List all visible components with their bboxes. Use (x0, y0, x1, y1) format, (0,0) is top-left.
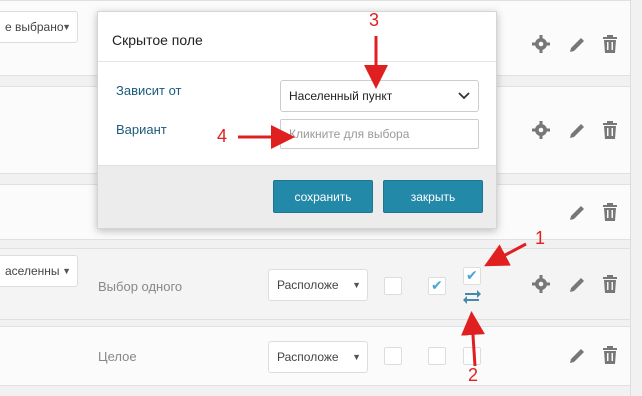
trash-icon[interactable] (602, 275, 618, 293)
depends-on-label: Зависит от (116, 83, 182, 98)
dropdown-arrow-icon: ▼ (62, 22, 71, 32)
dropdown-arrow-icon: ▼ (62, 266, 71, 276)
row-5-checkbox-3[interactable] (463, 347, 481, 365)
trash-icon[interactable] (602, 203, 618, 221)
depends-on-value: Населенный пункт (289, 89, 393, 103)
row-5-checkbox-1[interactable] (384, 347, 402, 365)
row-5-position-value: Расположе (277, 350, 339, 364)
row-4-select[interactable]: аселенны ▼ (0, 255, 78, 287)
dropdown-arrow-icon: ▼ (352, 352, 361, 362)
row-4-position-select[interactable]: Расположе ▼ (268, 269, 368, 301)
row-5-checkbox-2[interactable] (428, 347, 446, 365)
close-button[interactable]: закрыть (383, 180, 483, 213)
trash-icon[interactable] (602, 35, 618, 53)
row-5-position-select[interactable]: Расположе ▼ (268, 341, 368, 373)
row-4-position-value: Расположе (277, 278, 339, 292)
variant-input[interactable]: Кликните для выбора (280, 119, 479, 149)
variant-placeholder: Кликните для выбора (289, 127, 410, 141)
row-1-select[interactable]: е выбрано ▼ (0, 11, 78, 43)
row-5-field-type: Целое (98, 349, 137, 364)
depends-on-select[interactable]: Населенный пункт (280, 80, 479, 112)
pencil-icon[interactable] (568, 36, 586, 54)
gear-icon[interactable] (532, 121, 550, 139)
pencil-icon[interactable] (568, 276, 586, 294)
pencil-icon[interactable] (568, 204, 586, 222)
trash-icon[interactable] (602, 346, 618, 364)
field-row-5: Целое Расположе ▼ (0, 326, 630, 386)
annotation-label-1: 1 (535, 228, 546, 248)
dropdown-arrow-icon: ▼ (352, 280, 361, 290)
row-4-checkbox-3[interactable]: ✔ (463, 267, 481, 285)
row-1-select-value: е выбрано (5, 20, 64, 34)
save-button[interactable]: сохранить (273, 180, 373, 213)
gear-icon[interactable] (532, 35, 550, 53)
row-4-field-type: Выбор одного (98, 279, 183, 294)
row-4-checkbox-1[interactable] (384, 277, 402, 295)
variant-label: Вариант (116, 122, 167, 137)
annotation-label-4: 4 (217, 126, 228, 146)
repeat-icon[interactable] (462, 289, 482, 308)
row-4-checkbox-2[interactable]: ✔ (428, 277, 446, 295)
check-icon: ✔ (431, 277, 443, 293)
scrollbar-track[interactable] (630, 0, 642, 396)
pencil-icon[interactable] (568, 122, 586, 140)
trash-icon[interactable] (602, 121, 618, 139)
dialog-footer: сохранить закрыть (98, 165, 496, 228)
row-4-select-value: аселенны (5, 264, 60, 278)
divider (98, 61, 496, 62)
hidden-field-dialog: Скрытое поле Зависит от Населенный пункт… (97, 11, 497, 229)
gear-icon[interactable] (532, 275, 550, 293)
annotation-label-2: 2 (468, 365, 479, 385)
chevron-down-icon (458, 81, 470, 122)
pencil-icon[interactable] (568, 347, 586, 365)
dialog-title: Скрытое поле (112, 32, 203, 48)
check-icon: ✔ (466, 267, 478, 283)
annotation-label-3: 3 (369, 10, 380, 30)
